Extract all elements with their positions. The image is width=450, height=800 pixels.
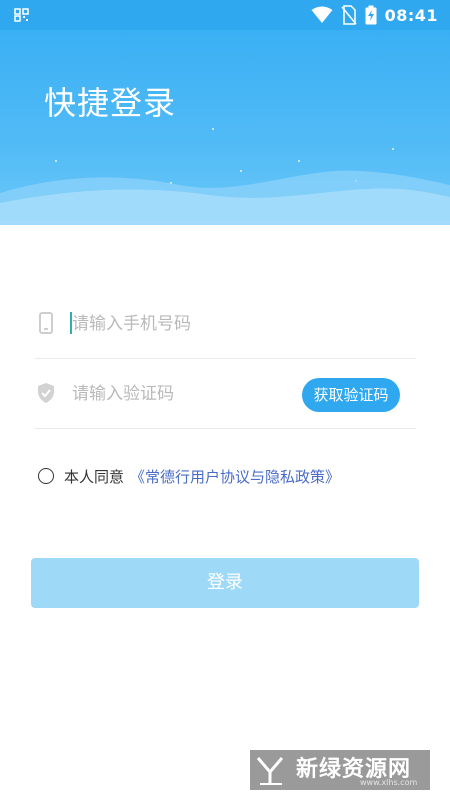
watermark-url: www.xlhs.com — [360, 778, 418, 787]
agreement-row: 本人同意 《常德行用户协议与隐私政策》 — [38, 466, 340, 486]
verification-code-input[interactable] — [70, 376, 294, 412]
agreement-text: 本人同意 — [64, 467, 125, 486]
no-sim-icon — [340, 5, 357, 25]
qr-icon — [14, 8, 29, 22]
star-dot — [68, 105, 70, 107]
status-bar: 08:41 — [0, 0, 450, 30]
phone-icon — [39, 312, 53, 334]
watermark: 新绿资源网 www.xlhs.com — [250, 750, 430, 790]
text-cursor — [70, 312, 72, 334]
star-dot — [212, 128, 214, 130]
wifi-icon — [311, 6, 333, 23]
header-waves — [0, 170, 450, 225]
get-code-button[interactable]: 获取验证码 — [302, 378, 400, 412]
clock: 08:41 — [384, 5, 438, 25]
login-button[interactable]: 登录 — [31, 558, 419, 608]
agreement-link[interactable]: 《常德行用户协议与隐私政策》 — [130, 466, 340, 487]
agreement-checkbox[interactable] — [38, 468, 54, 484]
battery-charging-icon — [365, 5, 377, 25]
page-title: 快捷登录 — [44, 84, 177, 122]
header-banner: 快捷登录 — [0, 30, 450, 225]
code-row: 获取验证码 — [34, 358, 416, 429]
phone-row — [34, 288, 416, 359]
watermark-logo-icon — [256, 757, 284, 785]
shield-icon — [38, 383, 54, 403]
phone-input[interactable] — [70, 306, 294, 342]
